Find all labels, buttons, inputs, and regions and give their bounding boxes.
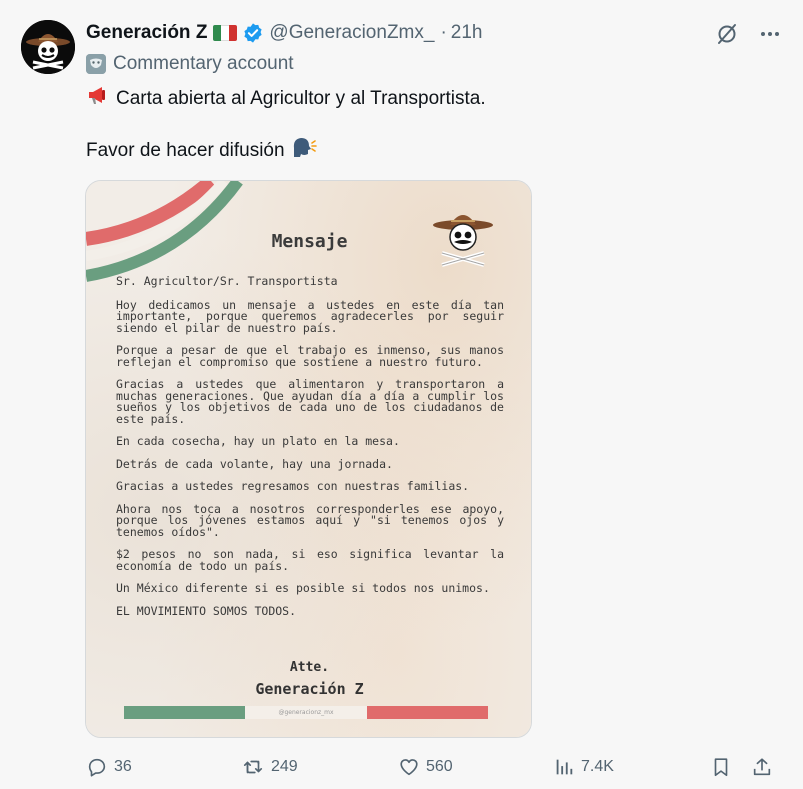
share-button[interactable] [751, 756, 773, 778]
views-button[interactable]: 7.4K [553, 756, 614, 778]
flag-bar-red [367, 706, 488, 719]
letter-signoff: Atte. [289, 660, 330, 675]
separator-dot: · [440, 22, 447, 43]
reply-count: 36 [114, 758, 132, 775]
speaking-head-icon [291, 135, 317, 167]
action-bar: 36 249 560 7.4K [86, 756, 776, 780]
letter-paragraph: Un México diferente si es posible si tod… [116, 581, 490, 595]
repost-icon [243, 760, 263, 774]
tweet-text: Carta abierta al Agricultor y al Transpo… [86, 86, 766, 164]
author-handle[interactable]: @GeneracionZmx_ [269, 22, 434, 44]
letter-paragraph: Detrás de cada volante, hay una jornada. [116, 456, 393, 471]
tweet-header: Generación Z @GeneracionZmx_ · 21h [86, 20, 482, 46]
megaphone-icon [86, 84, 110, 114]
views-count: 7.4K [581, 758, 614, 775]
mask-icon [86, 54, 106, 74]
image-watermark: @generacionz_mx [278, 709, 334, 716]
top-actions [715, 22, 781, 46]
letter-body: Sr. Agricultor/Sr. Transportista Hoy ded… [116, 274, 504, 628]
tweet-line-1: Carta abierta al Agricultor y al Transpo… [86, 86, 766, 112]
tweet-image[interactable]: Mensaje Sr. Agricultor/Sr. Transportista… [85, 180, 532, 738]
flag-bar-green [124, 706, 245, 719]
reply-icon [88, 758, 106, 777]
like-icon [400, 759, 418, 776]
letter-paragraph: Porque a pesar de que el trabajo es inme… [116, 343, 504, 369]
letter-salutation: Sr. Agricultor/Sr. Transportista [116, 274, 338, 288]
like-count: 560 [426, 758, 453, 775]
repost-count: 249 [271, 758, 298, 775]
share-icon [753, 758, 771, 776]
flag-bar-white: @generacionz_mx [245, 706, 367, 719]
skull-sombrero-icon [21, 20, 75, 74]
letter-paragraph: EL MOVIMIENTO SOMOS TODOS. [116, 603, 297, 618]
skull-logo-icon [433, 215, 493, 267]
commentary-text: Commentary account [113, 53, 294, 74]
bookmark-icon [714, 758, 728, 777]
reply-button[interactable]: 36 [86, 756, 132, 778]
like-button[interactable]: 560 [398, 756, 453, 778]
letter-paragraph: En cada cosecha, hay un plato en la mesa… [116, 434, 400, 448]
letter-paragraph: Ahora nos toca a nosotros corresponderle… [116, 501, 504, 539]
avatar[interactable] [21, 20, 75, 74]
verified-icon [244, 23, 263, 43]
commentary-label: Commentary account [86, 53, 294, 75]
tweet-line-2-text: Favor de hacer difusión [86, 140, 285, 161]
grok-icon[interactable] [715, 22, 739, 46]
letter-paragraph: $2 pesos no son nada, si eso significa l… [116, 547, 504, 573]
tweet-time[interactable]: 21h [451, 22, 483, 44]
bookmark-button[interactable] [710, 756, 732, 778]
letter-signature: Generación Z [255, 680, 364, 698]
mexico-flag-icon [213, 25, 238, 41]
author-name[interactable]: Generación Z [86, 22, 207, 44]
letter-paragraph: Gracias a ustedes regresamos con nuestra… [116, 479, 470, 493]
letter-paragraph: Hoy dedicamos un mensaje a ustedes en es… [116, 297, 504, 335]
views-icon [556, 759, 573, 775]
repost-button[interactable]: 249 [241, 756, 298, 778]
more-icon[interactable] [759, 23, 781, 45]
flag-bar-decoration: @generacionz_mx [124, 706, 488, 719]
tweet-line-1-text: Carta abierta al Agricultor y al Transpo… [116, 88, 486, 109]
tweet-line-2: Favor de hacer difusión [86, 138, 766, 164]
letter-paragraph: Gracias a ustedes que alimentaron y tran… [116, 377, 504, 426]
